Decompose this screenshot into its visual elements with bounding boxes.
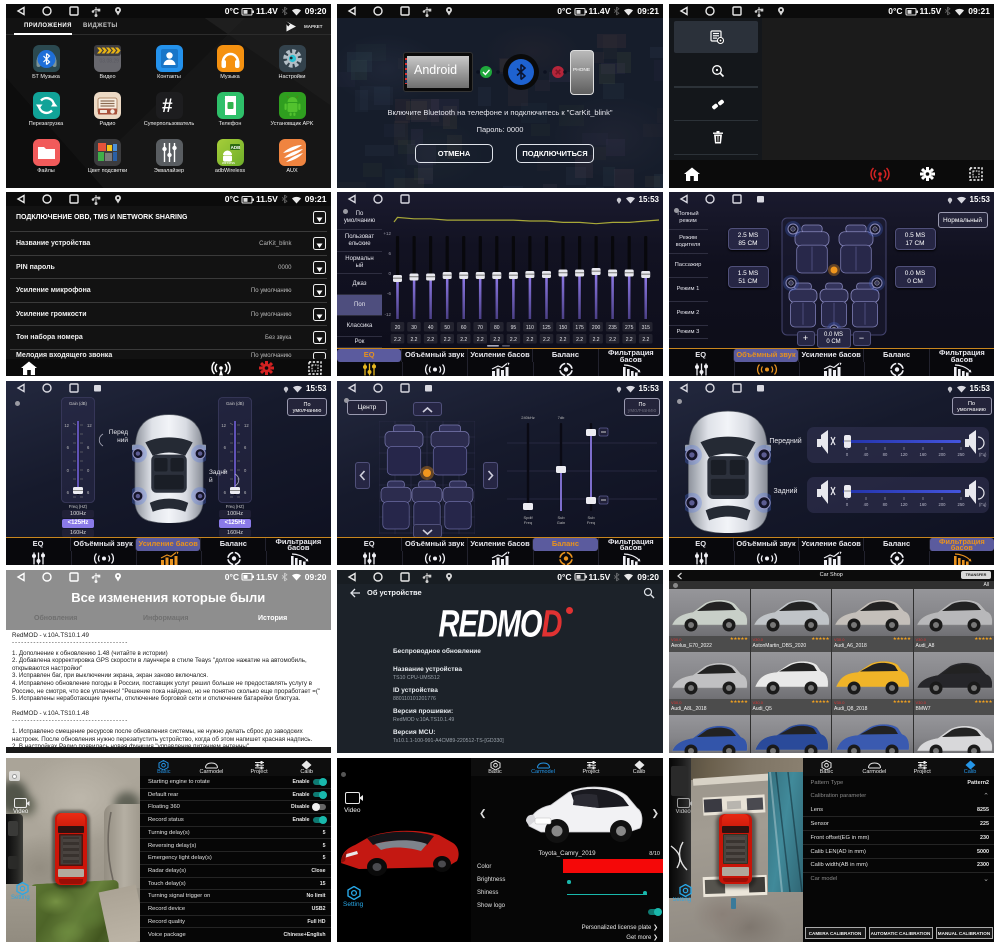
- svg-text:+12: +12: [383, 231, 391, 236]
- svg-text:2.2: 2.2: [411, 337, 418, 343]
- svg-text:2.2: 2.2: [460, 337, 467, 343]
- svg-text:125: 125: [542, 325, 551, 331]
- svg-text:ADB: ADB: [230, 145, 240, 150]
- svg-text:2.2: 2.2: [642, 337, 649, 343]
- svg-text:(Гц): (Гц): [979, 502, 987, 507]
- svg-text:200: 200: [938, 502, 946, 507]
- svg-text:Gain (dB): Gain (dB): [226, 401, 245, 406]
- svg-text:#: #: [162, 96, 173, 117]
- svg-text:2.2: 2.2: [560, 337, 567, 343]
- svg-text:2.2: 2.2: [526, 337, 533, 343]
- svg-text:120: 120: [900, 452, 908, 457]
- svg-text:2.2: 2.2: [477, 337, 484, 343]
- svg-text:250: 250: [957, 502, 965, 507]
- svg-text:Gain: Gain: [557, 520, 565, 525]
- svg-text:80: 80: [494, 325, 500, 331]
- svg-text:03.08.29: 03.08.29: [100, 59, 120, 65]
- svg-text:315: 315: [642, 325, 651, 331]
- svg-text:2.2: 2.2: [576, 337, 583, 343]
- svg-text:275: 275: [625, 325, 634, 331]
- svg-text:2.2: 2.2: [543, 337, 550, 343]
- svg-text:50: 50: [444, 325, 450, 331]
- svg-text:wireless: wireless: [222, 161, 235, 165]
- svg-text:0: 0: [388, 271, 391, 276]
- svg-text:2.2: 2.2: [427, 337, 434, 343]
- svg-text:12: 12: [221, 423, 226, 428]
- svg-text:160: 160: [919, 502, 927, 507]
- svg-text:95: 95: [511, 325, 517, 331]
- svg-text:110: 110: [526, 325, 534, 331]
- svg-text:0: 0: [845, 502, 848, 507]
- svg-text:-12: -12: [384, 312, 391, 317]
- svg-text:12: 12: [64, 423, 69, 428]
- svg-text:2.2: 2.2: [609, 337, 616, 343]
- svg-text:Freq: Freq: [587, 520, 595, 525]
- svg-text:2.2: 2.2: [626, 337, 633, 343]
- svg-text:12: 12: [87, 423, 92, 428]
- svg-text:60: 60: [461, 325, 467, 331]
- svg-text:30: 30: [411, 325, 417, 331]
- svg-text:20: 20: [395, 325, 401, 331]
- svg-text:2.2: 2.2: [593, 337, 600, 343]
- svg-text:2.2: 2.2: [444, 337, 451, 343]
- svg-text:2.2: 2.2: [493, 337, 500, 343]
- svg-text:175: 175: [575, 325, 584, 331]
- svg-text:250: 250: [957, 452, 965, 457]
- svg-text:Gain (dB): Gain (dB): [69, 401, 88, 406]
- svg-text:40: 40: [428, 325, 434, 331]
- svg-text:70: 70: [477, 325, 483, 331]
- svg-text:40: 40: [863, 502, 868, 507]
- svg-text:2.2: 2.2: [394, 337, 401, 343]
- svg-text:240kHz: 240kHz: [521, 415, 535, 420]
- svg-text:2.2: 2.2: [510, 337, 517, 343]
- svg-text:40: 40: [863, 452, 868, 457]
- svg-text:200: 200: [592, 325, 601, 331]
- svg-text:12: 12: [244, 423, 249, 428]
- svg-text:120: 120: [900, 502, 908, 507]
- svg-text:160: 160: [919, 452, 927, 457]
- svg-text:200: 200: [938, 452, 946, 457]
- svg-text:Freq: Freq: [524, 520, 532, 525]
- svg-text:6: 6: [388, 251, 391, 256]
- svg-text:80: 80: [882, 452, 887, 457]
- svg-text:7db: 7db: [558, 415, 565, 420]
- svg-text:(Гц): (Гц): [979, 452, 987, 457]
- svg-text:150: 150: [559, 325, 568, 331]
- svg-text:0: 0: [845, 452, 848, 457]
- svg-text:80: 80: [882, 502, 887, 507]
- svg-text:-6: -6: [387, 291, 391, 296]
- svg-text:235: 235: [608, 325, 617, 331]
